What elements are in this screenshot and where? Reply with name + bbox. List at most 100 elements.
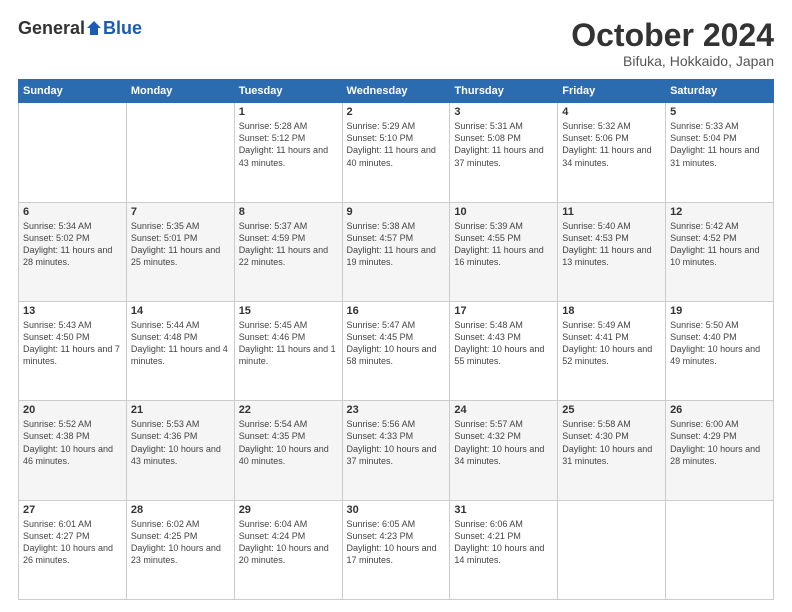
page: General Blue October 2024 Bifuka, Hokkai…	[0, 0, 792, 612]
day-info: Sunrise: 5:32 AM Sunset: 5:06 PM Dayligh…	[562, 120, 661, 169]
day-info: Sunrise: 6:05 AM Sunset: 4:23 PM Dayligh…	[347, 518, 446, 567]
table-row: 23Sunrise: 5:56 AM Sunset: 4:33 PM Dayli…	[342, 401, 450, 500]
day-number: 11	[562, 206, 661, 218]
day-info: Sunrise: 5:58 AM Sunset: 4:30 PM Dayligh…	[562, 418, 661, 467]
day-info: Sunrise: 6:00 AM Sunset: 4:29 PM Dayligh…	[670, 418, 769, 467]
day-number: 12	[670, 206, 769, 218]
col-tuesday: Tuesday	[234, 80, 342, 103]
day-number: 23	[347, 404, 446, 416]
day-number: 2	[347, 106, 446, 118]
day-number: 20	[23, 404, 122, 416]
day-info: Sunrise: 5:38 AM Sunset: 4:57 PM Dayligh…	[347, 220, 446, 269]
header: General Blue October 2024 Bifuka, Hokkai…	[18, 18, 774, 69]
table-row: 6 Sunrise: 5:34 AM Sunset: 5:02 PM Daylig…	[19, 202, 127, 301]
table-row: 22 Sunrise: 5:54 AM Sunset: 4:35 PM Dayli…	[234, 401, 342, 500]
day-info: Sunrise: 5:34 AM Sunset: 5:02 PM Dayligh…	[23, 220, 122, 269]
table-row: 13 Sunrise: 5:43 AM Sunset: 4:50 PM Dayli…	[19, 301, 127, 400]
day-info: Sunrise: 5:53 AM Sunset: 4:36 PM Dayligh…	[131, 418, 230, 467]
table-row	[19, 103, 127, 202]
table-row: 24Sunrise: 5:57 AM Sunset: 4:32 PM Dayli…	[450, 401, 558, 500]
day-number: 3	[454, 106, 553, 118]
day-info: Sunrise: 5:42 AM Sunset: 4:52 PM Dayligh…	[670, 220, 769, 269]
day-number: 21	[131, 404, 230, 416]
col-monday: Monday	[126, 80, 234, 103]
day-info: Sunrise: 5:49 AM Sunset: 4:41 PM Dayligh…	[562, 319, 661, 368]
table-row	[558, 500, 666, 599]
logo-general-text: General	[18, 18, 85, 39]
week-row-1: 1 Sunrise: 5:28 AM Sunset: 5:12 PM Daylig…	[19, 103, 774, 202]
table-row: 29 Sunrise: 6:04 AM Sunset: 4:24 PM Dayli…	[234, 500, 342, 599]
table-row: 4 Sunrise: 5:32 AM Sunset: 5:06 PM Daylig…	[558, 103, 666, 202]
day-info: Sunrise: 5:29 AM Sunset: 5:10 PM Dayligh…	[347, 120, 446, 169]
table-row: 12 Sunrise: 5:42 AM Sunset: 4:52 PM Dayli…	[666, 202, 774, 301]
day-info: Sunrise: 5:47 AM Sunset: 4:45 PM Dayligh…	[347, 319, 446, 368]
day-info: Sunrise: 5:39 AM Sunset: 4:55 PM Dayligh…	[454, 220, 553, 269]
calendar-table: Sunday Monday Tuesday Wednesday Thursday…	[18, 79, 774, 600]
table-row: 3 Sunrise: 5:31 AM Sunset: 5:08 PM Daylig…	[450, 103, 558, 202]
day-number: 17	[454, 305, 553, 317]
logo-text: General Blue	[18, 18, 142, 39]
day-number: 8	[239, 206, 338, 218]
table-row: 31Sunrise: 6:06 AM Sunset: 4:21 PM Dayli…	[450, 500, 558, 599]
table-row	[126, 103, 234, 202]
day-number: 16	[347, 305, 446, 317]
day-info: Sunrise: 5:50 AM Sunset: 4:40 PM Dayligh…	[670, 319, 769, 368]
table-row	[666, 500, 774, 599]
table-row: 5Sunrise: 5:33 AM Sunset: 5:04 PM Daylig…	[666, 103, 774, 202]
day-number: 19	[670, 305, 769, 317]
table-row: 20Sunrise: 5:52 AM Sunset: 4:38 PM Dayli…	[19, 401, 127, 500]
day-info: Sunrise: 5:43 AM Sunset: 4:50 PM Dayligh…	[23, 319, 122, 368]
table-row: 7Sunrise: 5:35 AM Sunset: 5:01 PM Daylig…	[126, 202, 234, 301]
day-number: 9	[347, 206, 446, 218]
table-row: 1 Sunrise: 5:28 AM Sunset: 5:12 PM Daylig…	[234, 103, 342, 202]
month-title: October 2024	[571, 18, 774, 53]
day-number: 1	[239, 106, 338, 118]
day-info: Sunrise: 5:40 AM Sunset: 4:53 PM Dayligh…	[562, 220, 661, 269]
day-number: 24	[454, 404, 553, 416]
table-row: 16 Sunrise: 5:47 AM Sunset: 4:45 PM Dayli…	[342, 301, 450, 400]
week-row-2: 6 Sunrise: 5:34 AM Sunset: 5:02 PM Daylig…	[19, 202, 774, 301]
day-info: Sunrise: 6:04 AM Sunset: 4:24 PM Dayligh…	[239, 518, 338, 567]
day-number: 29	[239, 504, 338, 516]
table-row: 25 Sunrise: 5:58 AM Sunset: 4:30 PM Dayli…	[558, 401, 666, 500]
day-number: 25	[562, 404, 661, 416]
table-row: 2 Sunrise: 5:29 AM Sunset: 5:10 PM Daylig…	[342, 103, 450, 202]
day-number: 15	[239, 305, 338, 317]
table-row: 19 Sunrise: 5:50 AM Sunset: 4:40 PM Dayli…	[666, 301, 774, 400]
table-row: 21 Sunrise: 5:53 AM Sunset: 4:36 PM Dayli…	[126, 401, 234, 500]
table-row: 26Sunrise: 6:00 AM Sunset: 4:29 PM Dayli…	[666, 401, 774, 500]
table-row: 11 Sunrise: 5:40 AM Sunset: 4:53 PM Dayli…	[558, 202, 666, 301]
table-row: 27Sunrise: 6:01 AM Sunset: 4:27 PM Dayli…	[19, 500, 127, 599]
day-info: Sunrise: 5:37 AM Sunset: 4:59 PM Dayligh…	[239, 220, 338, 269]
day-info: Sunrise: 6:06 AM Sunset: 4:21 PM Dayligh…	[454, 518, 553, 567]
day-number: 22	[239, 404, 338, 416]
day-number: 28	[131, 504, 230, 516]
day-number: 4	[562, 106, 661, 118]
day-info: Sunrise: 5:54 AM Sunset: 4:35 PM Dayligh…	[239, 418, 338, 467]
week-row-5: 27Sunrise: 6:01 AM Sunset: 4:27 PM Dayli…	[19, 500, 774, 599]
day-number: 18	[562, 305, 661, 317]
title-section: October 2024 Bifuka, Hokkaido, Japan	[571, 18, 774, 69]
day-number: 6	[23, 206, 122, 218]
day-info: Sunrise: 6:02 AM Sunset: 4:25 PM Dayligh…	[131, 518, 230, 567]
col-saturday: Saturday	[666, 80, 774, 103]
table-row: 28 Sunrise: 6:02 AM Sunset: 4:25 PM Dayli…	[126, 500, 234, 599]
day-info: Sunrise: 5:44 AM Sunset: 4:48 PM Dayligh…	[131, 319, 230, 368]
day-number: 13	[23, 305, 122, 317]
week-row-4: 20Sunrise: 5:52 AM Sunset: 4:38 PM Dayli…	[19, 401, 774, 500]
table-row: 8 Sunrise: 5:37 AM Sunset: 4:59 PM Daylig…	[234, 202, 342, 301]
col-wednesday: Wednesday	[342, 80, 450, 103]
col-friday: Friday	[558, 80, 666, 103]
day-number: 5	[670, 106, 769, 118]
calendar-header-row: Sunday Monday Tuesday Wednesday Thursday…	[19, 80, 774, 103]
day-info: Sunrise: 5:28 AM Sunset: 5:12 PM Dayligh…	[239, 120, 338, 169]
table-row: 18 Sunrise: 5:49 AM Sunset: 4:41 PM Dayli…	[558, 301, 666, 400]
day-number: 27	[23, 504, 122, 516]
table-row: 30Sunrise: 6:05 AM Sunset: 4:23 PM Dayli…	[342, 500, 450, 599]
day-info: Sunrise: 5:45 AM Sunset: 4:46 PM Dayligh…	[239, 319, 338, 368]
day-info: Sunrise: 5:31 AM Sunset: 5:08 PM Dayligh…	[454, 120, 553, 169]
col-sunday: Sunday	[19, 80, 127, 103]
day-info: Sunrise: 5:35 AM Sunset: 5:01 PM Dayligh…	[131, 220, 230, 269]
logo-icon	[86, 20, 102, 36]
table-row: 10Sunrise: 5:39 AM Sunset: 4:55 PM Dayli…	[450, 202, 558, 301]
